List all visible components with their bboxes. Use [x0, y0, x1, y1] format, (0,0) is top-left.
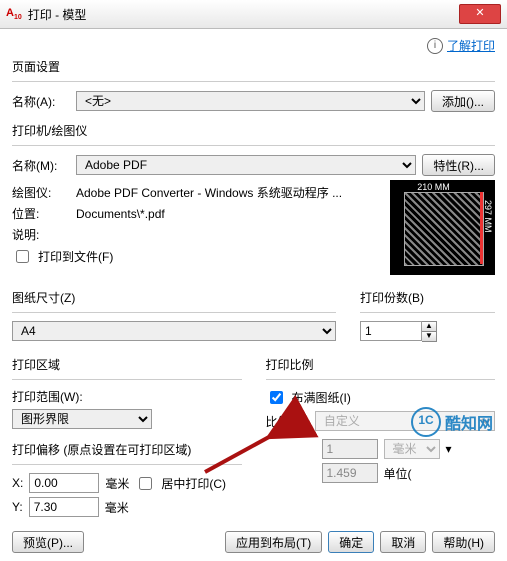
printer-title: 打印机/绘图仪: [12, 122, 495, 139]
ratio-label: 比例(S):: [266, 413, 309, 430]
watermark-logo-icon: 1C: [411, 407, 441, 437]
window-title: 打印 - 模型: [28, 6, 459, 23]
y-label: Y:: [12, 500, 23, 514]
apply-layout-button[interactable]: 应用到布局(T): [225, 531, 322, 553]
center-checkbox[interactable]: [139, 477, 152, 490]
print-range-label: 打印范围(W):: [12, 388, 242, 405]
name-label: 名称(A):: [12, 93, 70, 110]
copies-title: 打印份数(B): [360, 289, 495, 306]
watermark-text: 酷知网: [445, 410, 493, 434]
mm-label-2: 毫米: [105, 499, 129, 516]
fit-label: 布满图纸(I): [292, 389, 351, 406]
copies-input[interactable]: [360, 321, 422, 341]
close-button[interactable]: ✕: [459, 4, 501, 24]
offset-x-input[interactable]: [29, 473, 99, 493]
desc-label: 说明:: [12, 226, 70, 243]
fit-checkbox[interactable]: [270, 391, 283, 404]
page-setup-name-select[interactable]: <无>: [76, 91, 425, 111]
scale-denom-input: [322, 463, 378, 483]
page-setup-title: 页面设置: [12, 58, 495, 75]
offset-title: 打印偏移 (原点设置在可打印区域): [12, 441, 242, 458]
offset-y-input[interactable]: [29, 497, 99, 517]
spin-down-icon[interactable]: ▼: [422, 332, 436, 341]
copies-spinner[interactable]: ▲▼: [360, 321, 437, 342]
mm-label: 毫米: [105, 475, 129, 492]
print-to-file-label: 打印到文件(F): [38, 248, 113, 265]
printer-name-select[interactable]: Adobe PDF: [76, 155, 416, 175]
preview-button[interactable]: 预览(P)...: [12, 531, 84, 553]
learn-print-link[interactable]: 了解打印: [447, 37, 495, 54]
x-label: X:: [12, 476, 23, 490]
paper-size-select[interactable]: A4: [12, 321, 336, 341]
properties-button[interactable]: 特性(R)...: [422, 154, 495, 176]
printer-name-label: 名称(M):: [12, 157, 70, 174]
plotter-value: Adobe PDF Converter - Windows 系统驱动程序 ...: [76, 184, 342, 201]
scale-num-input: [322, 439, 378, 459]
help-button[interactable]: 帮助(H): [432, 531, 495, 553]
paper-size-title: 图纸尺寸(Z): [12, 289, 336, 306]
unit-line-label: 单位(: [384, 465, 412, 482]
scale-title: 打印比例: [266, 356, 496, 373]
plotter-label: 绘图仪:: [12, 184, 70, 201]
print-to-file-checkbox[interactable]: [16, 250, 29, 263]
location-value: Documents\*.pdf: [76, 207, 165, 221]
equals-icon: ▾: [446, 442, 452, 456]
add-button[interactable]: 添加()...: [431, 90, 495, 112]
ok-button[interactable]: 确定: [328, 531, 374, 553]
center-label: 居中打印(C): [161, 475, 226, 492]
info-icon: i: [427, 38, 443, 54]
watermark: 1C 酷知网: [411, 407, 493, 437]
cancel-button[interactable]: 取消: [380, 531, 426, 553]
location-label: 位置:: [12, 205, 70, 222]
paper-preview: 210 MM 297 MM: [390, 180, 495, 275]
print-area-title: 打印区域: [12, 356, 242, 373]
scale-unit-select: 毫米: [384, 439, 440, 459]
app-logo: A10: [6, 7, 22, 21]
print-range-select[interactable]: 图形界限: [12, 409, 152, 429]
